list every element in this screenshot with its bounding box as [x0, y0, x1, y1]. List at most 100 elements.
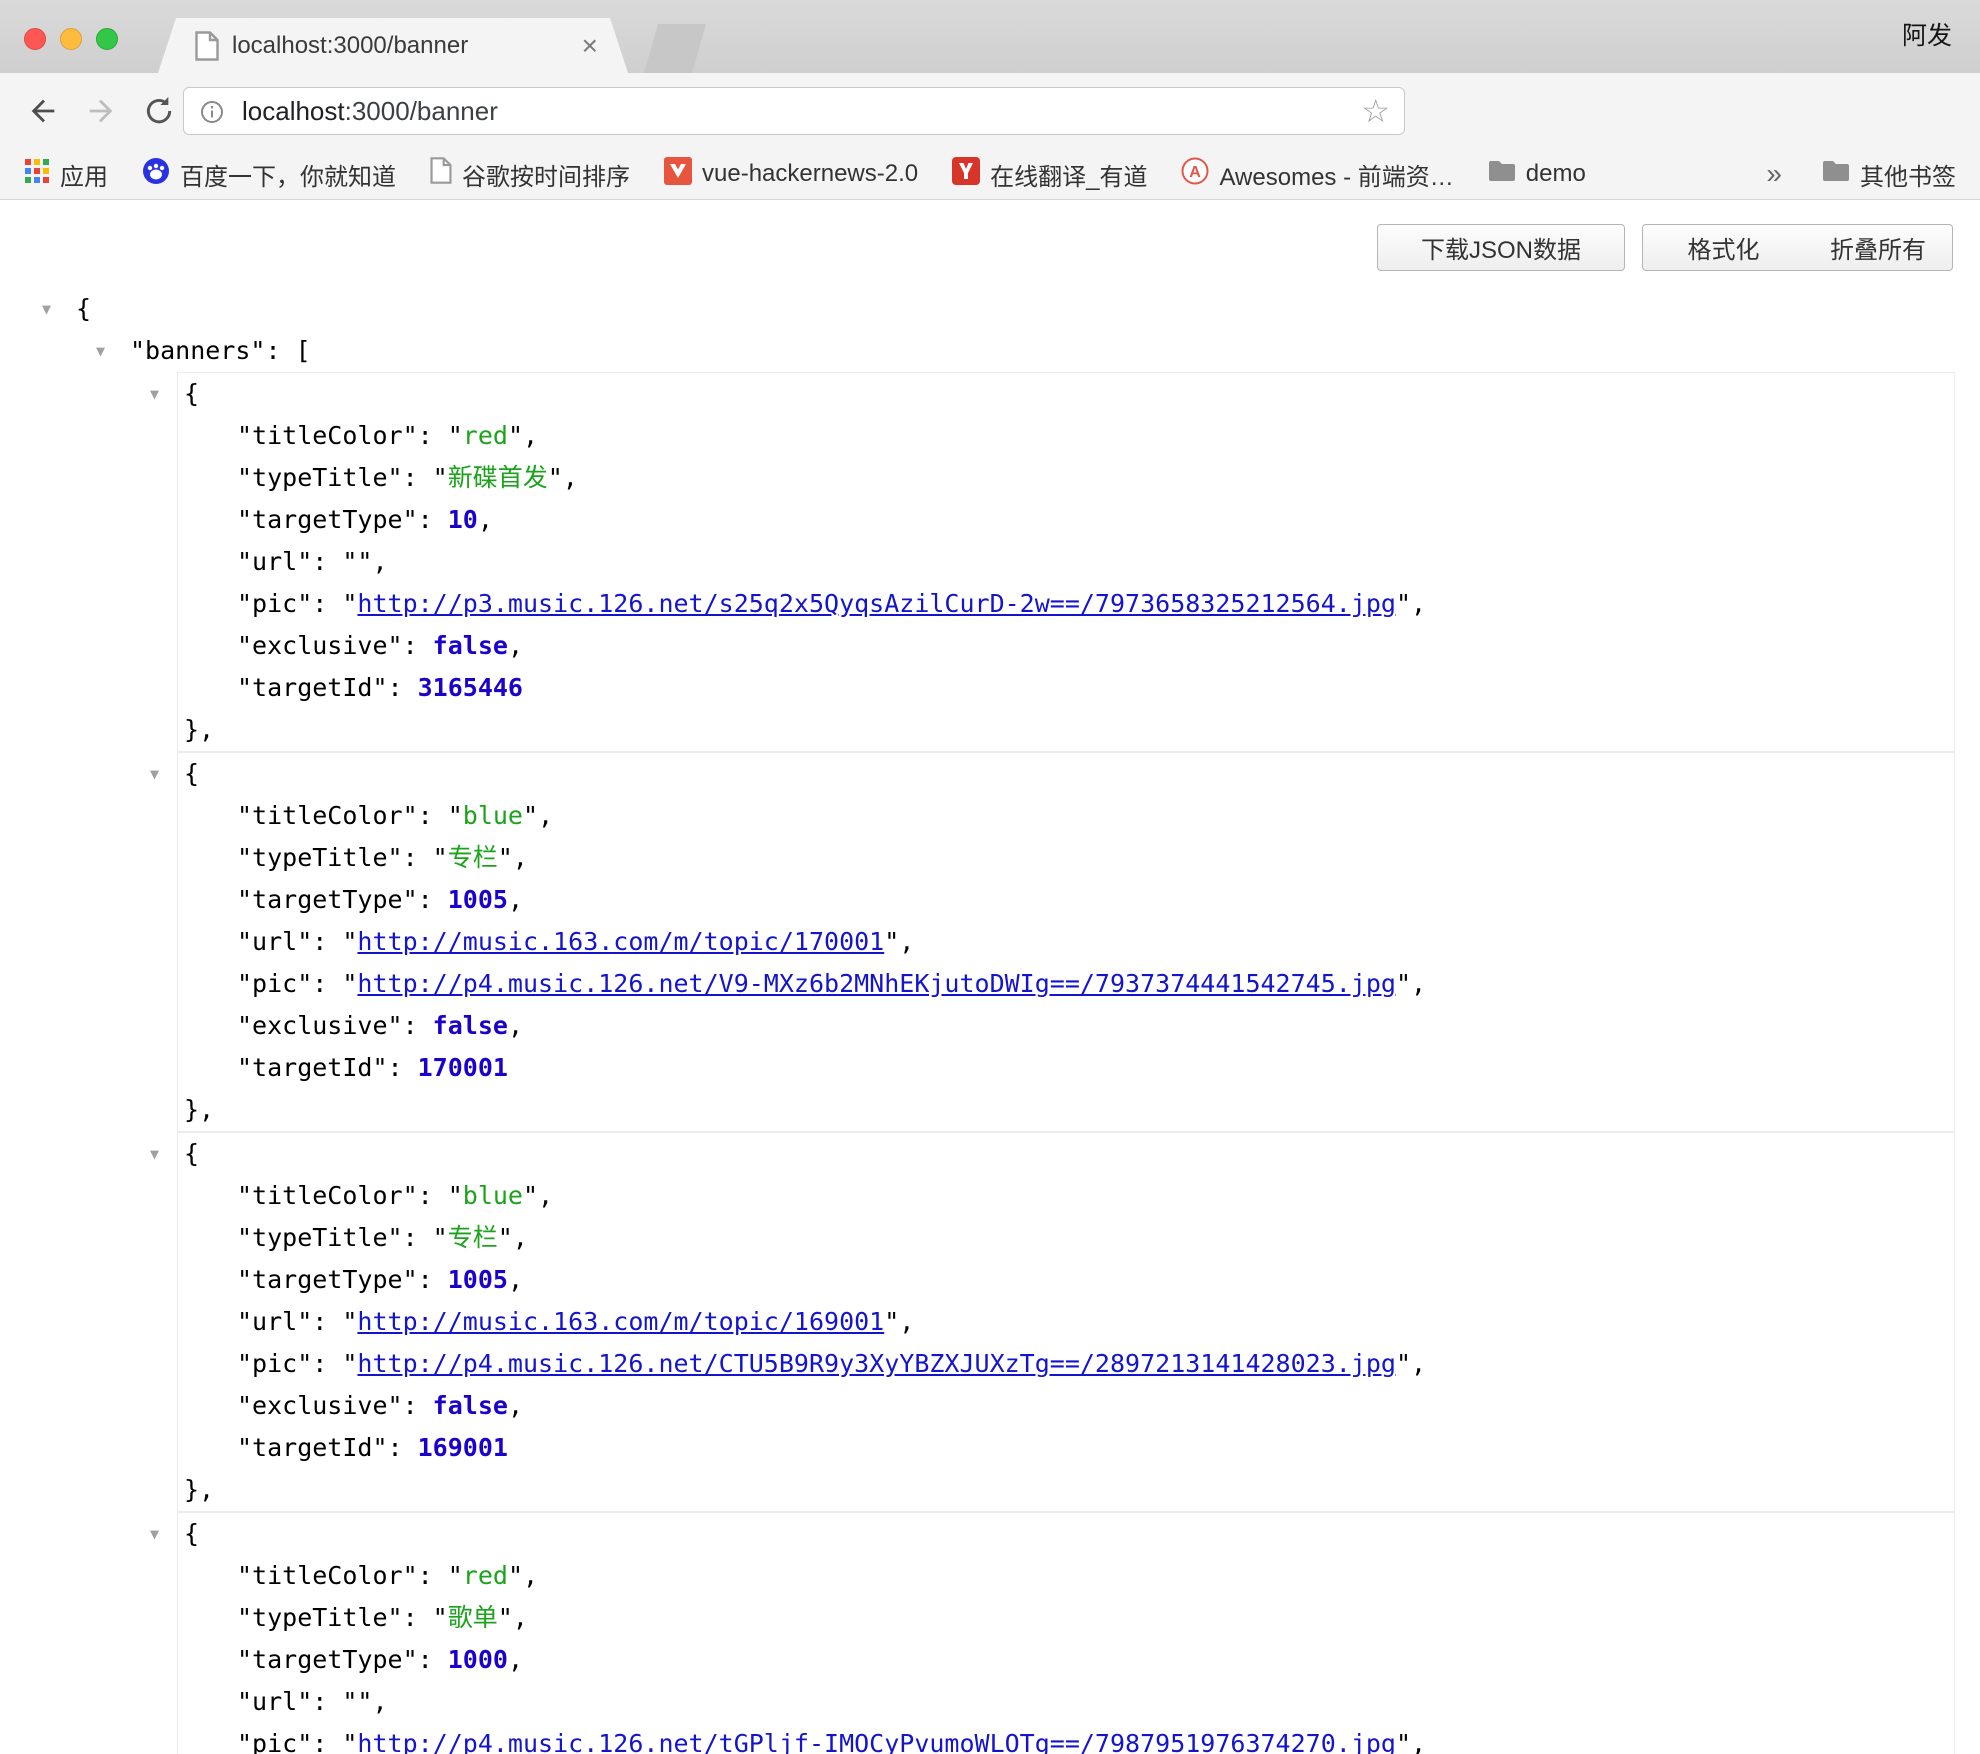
- page-favicon-icon: [194, 31, 220, 66]
- bookmark-label: 应用: [60, 157, 108, 192]
- json-url-link[interactable]: http://p4.music.126.net/tGPljf-IMOCyPvum…: [357, 1729, 1396, 1754]
- json-line: "exclusive": false,: [178, 1005, 1954, 1047]
- json-line: ▼"banners": [: [0, 330, 1980, 372]
- bookmark-apps[interactable]: 应用: [24, 157, 108, 192]
- json-line: "typeTitle": "歌单",: [178, 1597, 1954, 1639]
- browser-tab[interactable]: localhost:3000/banner ×: [158, 18, 628, 73]
- url-host: localhost: [242, 96, 345, 126]
- tab-title: localhost:3000/banner: [232, 18, 468, 73]
- json-line: "targetType": 1005,: [178, 1259, 1954, 1301]
- collapse-triangle-icon[interactable]: ▼: [150, 753, 159, 795]
- json-tree: ▼{▼"banners": [▼{"titleColor": "red","ty…: [0, 288, 1980, 1754]
- url-path: :3000/banner: [345, 96, 498, 126]
- json-line: "url": "",: [178, 1681, 1954, 1723]
- json-line: "pic": "http://p4.music.126.net/CTU5B9R9…: [178, 1343, 1954, 1385]
- forward-button[interactable]: [78, 88, 124, 134]
- new-tab-button[interactable]: [644, 24, 706, 73]
- collapse-triangle-icon[interactable]: ▼: [150, 1133, 159, 1175]
- youdao-icon: [952, 157, 980, 192]
- url-text: localhost:3000/banner: [242, 88, 498, 134]
- bookmark-label: vue-hackernews-2.0: [702, 160, 918, 188]
- bookmark-demo-folder[interactable]: demo: [1488, 159, 1586, 190]
- json-line: "url": "",: [178, 541, 1954, 583]
- json-url-link[interactable]: http://p3.music.126.net/s25q2x5QyqsAzilC…: [357, 589, 1396, 618]
- other-bookmarks[interactable]: 其他书签: [1822, 157, 1956, 192]
- bookmark-label: 在线翻译_有道: [990, 157, 1147, 192]
- json-line: "pic": "http://p4.music.126.net/V9-MXz6b…: [178, 963, 1954, 1005]
- bookmark-awesomes[interactable]: A Awesomes - 前端资…: [1181, 157, 1453, 192]
- svg-text:A: A: [1190, 164, 1202, 181]
- json-line: "titleColor": "blue",: [178, 1175, 1954, 1217]
- json-url-link[interactable]: http://p4.music.126.net/V9-MXz6b2MNhEKju…: [357, 969, 1396, 998]
- json-line: "typeTitle": "专栏",: [178, 1217, 1954, 1259]
- zoom-window-button[interactable]: [96, 28, 118, 50]
- json-line: "typeTitle": "专栏",: [178, 837, 1954, 879]
- json-object-box: ▼{"titleColor": "blue","typeTitle": "专栏"…: [177, 752, 1955, 1132]
- bookmark-google-sort[interactable]: 谷歌按时间排序: [430, 157, 630, 192]
- json-line: ▼{: [178, 753, 1954, 795]
- address-bar[interactable]: localhost:3000/banner ☆: [183, 87, 1405, 135]
- bookmark-baidu[interactable]: 百度一下，你就知道: [142, 157, 396, 192]
- navigation-toolbar: localhost:3000/banner ☆ V en FE T: [0, 73, 1980, 149]
- json-line: "url": "http://music.163.com/m/topic/169…: [178, 1301, 1954, 1343]
- folder-icon: [1822, 159, 1850, 190]
- format-button[interactable]: 格式化: [1642, 224, 1805, 271]
- json-line: ▼{: [0, 288, 1980, 330]
- reload-button[interactable]: [136, 88, 182, 134]
- bookmarks-overflow-chevron[interactable]: »: [1766, 158, 1782, 190]
- collapse-triangle-icon[interactable]: ▼: [42, 288, 51, 330]
- json-line: "targetType": 1005,: [178, 879, 1954, 921]
- json-url-link[interactable]: http://music.163.com/m/topic/169001: [357, 1307, 884, 1336]
- json-object-box: ▼{"titleColor": "red","typeTitle": "歌单",…: [177, 1512, 1955, 1754]
- tab-strip: localhost:3000/banner × 阿发: [0, 0, 1980, 73]
- json-line: "targetType": 10,: [178, 499, 1954, 541]
- bookmark-label: 百度一下，你就知道: [180, 157, 396, 192]
- bookmark-vue-hackernews[interactable]: vue-hackernews-2.0: [664, 157, 918, 192]
- json-line: ▼{: [178, 1133, 1954, 1175]
- json-url-link[interactable]: http://music.163.com/m/topic/170001: [357, 927, 884, 956]
- collapse-all-button[interactable]: 折叠所有: [1804, 224, 1953, 271]
- baidu-icon: [142, 157, 170, 192]
- collapse-triangle-icon[interactable]: ▼: [150, 1513, 159, 1555]
- vue-icon: [664, 157, 692, 192]
- bookmark-youdao[interactable]: 在线翻译_有道: [952, 157, 1147, 192]
- json-line: },: [178, 1089, 1954, 1131]
- page-content: 下载JSON数据 格式化 折叠所有 ▼{▼"banners": [▼{"titl…: [0, 200, 1980, 1754]
- json-line: "exclusive": false,: [178, 1385, 1954, 1427]
- json-line: "targetId": 170001: [178, 1047, 1954, 1089]
- bookmark-star-icon[interactable]: ☆: [1361, 88, 1390, 134]
- close-window-button[interactable]: [24, 28, 46, 50]
- bookmark-label: 谷歌按时间排序: [462, 157, 630, 192]
- minimize-window-button[interactable]: [60, 28, 82, 50]
- json-line: "targetType": 1000,: [178, 1639, 1954, 1681]
- json-object-box: ▼{"titleColor": "red","typeTitle": "新碟首发…: [177, 372, 1955, 752]
- folder-icon: [1488, 159, 1516, 190]
- json-object-box: ▼{"titleColor": "blue","typeTitle": "专栏"…: [177, 1132, 1955, 1512]
- json-line: "targetId": 169001: [178, 1427, 1954, 1469]
- profile-name[interactable]: 阿发: [1902, 0, 1952, 73]
- json-line: },: [178, 709, 1954, 751]
- json-line: "titleColor": "blue",: [178, 795, 1954, 837]
- json-url-link[interactable]: http://p4.music.126.net/CTU5B9R9y3XyYBZX…: [357, 1349, 1396, 1378]
- collapse-triangle-icon[interactable]: ▼: [150, 373, 159, 415]
- json-line: "titleColor": "red",: [178, 1555, 1954, 1597]
- page-info-icon[interactable]: [200, 100, 224, 129]
- json-line: "typeTitle": "新碟首发",: [178, 457, 1954, 499]
- back-button[interactable]: [20, 88, 66, 134]
- collapse-triangle-icon[interactable]: ▼: [96, 330, 105, 372]
- page-icon: [430, 157, 452, 191]
- json-line: },: [178, 1469, 1954, 1511]
- browser-window: localhost:3000/banner × 阿发 localhost:300…: [0, 0, 1980, 1754]
- json-line: "targetId": 3165446: [178, 667, 1954, 709]
- json-line: "exclusive": false,: [178, 625, 1954, 667]
- json-line: "pic": "http://p3.music.126.net/s25q2x5Q…: [178, 583, 1954, 625]
- tab-close-icon[interactable]: ×: [582, 18, 598, 73]
- apps-grid-icon: [24, 158, 50, 191]
- json-line: ▼{: [178, 1513, 1954, 1555]
- bookmark-label: demo: [1526, 160, 1586, 188]
- bookmark-label: Awesomes - 前端资…: [1219, 157, 1453, 192]
- bookmarks-bar: 应用 百度一下，你就知道 谷歌按时间排序 vue-hackernews-2.0 …: [0, 149, 1980, 200]
- json-line: ▼{: [178, 373, 1954, 415]
- awesomes-icon: A: [1181, 157, 1209, 192]
- download-json-button[interactable]: 下载JSON数据: [1377, 224, 1625, 271]
